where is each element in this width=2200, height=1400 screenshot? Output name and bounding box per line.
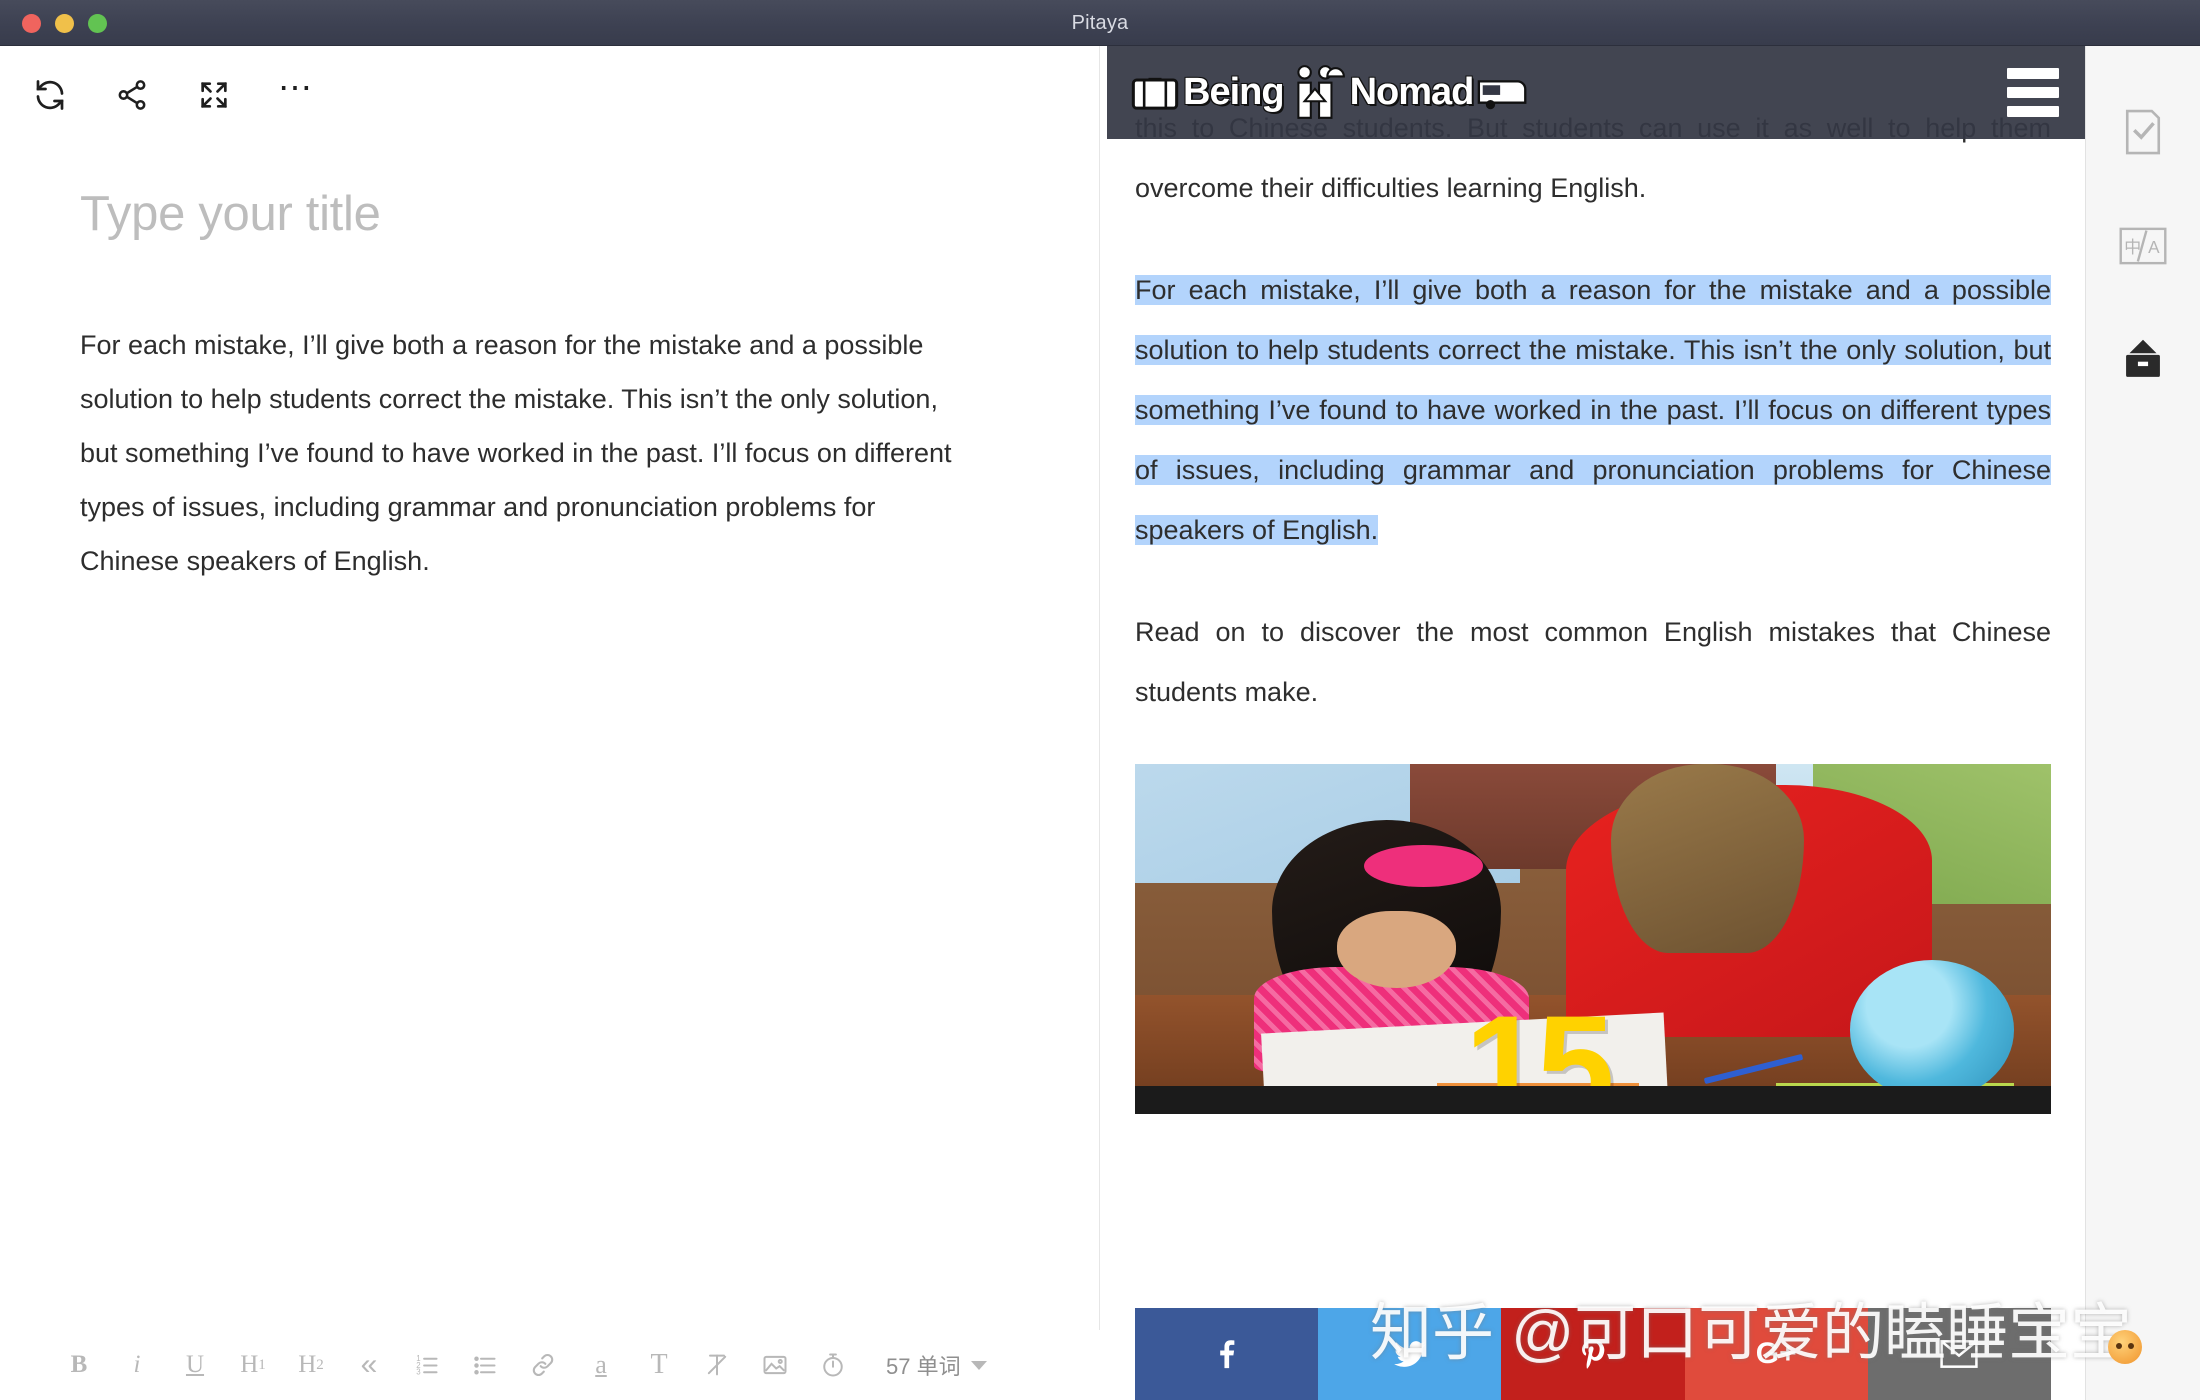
suitcase-icon bbox=[1131, 77, 1179, 110]
article-paragraph-selected[interactable]: For each mistake, I’ll give both a reaso… bbox=[1135, 260, 2051, 560]
heading2-sub: 2 bbox=[316, 1356, 324, 1373]
site-logo[interactable]: Being Nomad bbox=[1129, 64, 1533, 122]
window-titlebar: Pitaya bbox=[0, 0, 2200, 46]
selected-text-highlight: For each mistake, I’ll give both a reaso… bbox=[1135, 275, 2051, 545]
image-icon[interactable] bbox=[754, 1343, 796, 1387]
image-bottom-bar bbox=[1135, 1086, 2051, 1114]
heading1-label: H bbox=[240, 1351, 259, 1378]
more-icon[interactable]: ⋯ bbox=[272, 71, 320, 119]
twitter-icon bbox=[1393, 1341, 1426, 1367]
archive-icon[interactable] bbox=[2117, 334, 2169, 386]
heading1-sub: 1 bbox=[258, 1356, 266, 1373]
bold-button[interactable]: B bbox=[58, 1343, 100, 1387]
heading2-label: H bbox=[298, 1351, 317, 1378]
email-share-button[interactable] bbox=[1867, 1308, 2052, 1400]
social-share-bar: G+ bbox=[1135, 1308, 2052, 1400]
editor-pane: ⋯ Type your title For each mistake, I’ll… bbox=[0, 46, 1100, 1400]
svg-text:A: A bbox=[2148, 237, 2160, 257]
article-paragraph-read-on: Read on to discover the most common Engl… bbox=[1135, 617, 2051, 707]
ordered-list-icon[interactable]: 1 2 3 bbox=[406, 1343, 448, 1387]
fullscreen-icon[interactable] bbox=[190, 71, 238, 119]
editor-top-toolbar: ⋯ bbox=[0, 60, 1100, 130]
word-count-label: 57 单词 bbox=[886, 1354, 961, 1379]
italic-button[interactable]: i bbox=[116, 1343, 158, 1387]
font-button[interactable]: T bbox=[638, 1343, 680, 1387]
chevron-down-icon bbox=[970, 1360, 987, 1370]
email-icon bbox=[1940, 1340, 1979, 1368]
document-title-input[interactable]: Type your title bbox=[80, 186, 381, 242]
article-image: 15 bbox=[1135, 764, 2051, 1114]
facebook-share-button[interactable] bbox=[1135, 1308, 1319, 1400]
app-root: Pitaya ⋯ Type your title For each mistak… bbox=[0, 0, 2200, 1400]
pinterest-share-button[interactable] bbox=[1501, 1308, 1685, 1400]
bullet-list-icon[interactable] bbox=[464, 1343, 506, 1387]
site-header: Being Nomad bbox=[1107, 46, 2085, 139]
googleplus-share-button[interactable]: G+ bbox=[1684, 1308, 1868, 1400]
preview-pane: this to Chinese students. But students c… bbox=[1101, 46, 2085, 1400]
heading1-button[interactable]: H1 bbox=[232, 1343, 274, 1387]
clear-format-icon[interactable] bbox=[696, 1343, 738, 1387]
sync-icon[interactable] bbox=[26, 71, 74, 119]
format-toolbar: B i U H1 H2 « 1 2 3 a T 57 单词 bbox=[0, 1330, 1100, 1400]
document-body-text[interactable]: For each mistake, I’ll give both a reaso… bbox=[80, 318, 980, 588]
underline-button[interactable]: U bbox=[174, 1343, 216, 1387]
caravan-icon bbox=[1478, 79, 1527, 109]
svg-text:3: 3 bbox=[416, 1367, 421, 1376]
googleplus-label: G+ bbox=[1755, 1337, 1797, 1370]
word-count-selector[interactable]: 57 单词 bbox=[886, 1349, 987, 1381]
site-logo-text-1: Being bbox=[1183, 71, 1285, 113]
site-logo-text-2: Nomad bbox=[1349, 71, 1475, 113]
hamburger-menu-icon[interactable] bbox=[2007, 68, 2059, 117]
pinterest-icon bbox=[1582, 1339, 1605, 1369]
facebook-icon bbox=[1219, 1340, 1234, 1369]
heading2-button[interactable]: H2 bbox=[290, 1343, 332, 1387]
translate-icon[interactable]: 中 A bbox=[2117, 220, 2169, 272]
task-check-icon[interactable] bbox=[2117, 106, 2169, 158]
window-title: Pitaya bbox=[1071, 12, 1129, 34]
twitter-share-button[interactable] bbox=[1318, 1308, 1502, 1400]
svg-text:中: 中 bbox=[2124, 238, 2141, 258]
timer-icon[interactable] bbox=[812, 1343, 854, 1387]
watermark-badge-icon bbox=[2108, 1330, 2142, 1364]
text-color-button[interactable]: a bbox=[580, 1343, 622, 1387]
share-icon[interactable] bbox=[108, 71, 156, 119]
family-travel-icon bbox=[1296, 64, 1345, 119]
web-article: this to Chinese students. But students c… bbox=[1101, 46, 2085, 1400]
archive-box-icon bbox=[2126, 339, 2160, 377]
link-icon[interactable] bbox=[522, 1343, 564, 1387]
blockquote-button[interactable]: « bbox=[348, 1343, 390, 1387]
right-icon-rail: 中 A bbox=[2085, 46, 2200, 1400]
